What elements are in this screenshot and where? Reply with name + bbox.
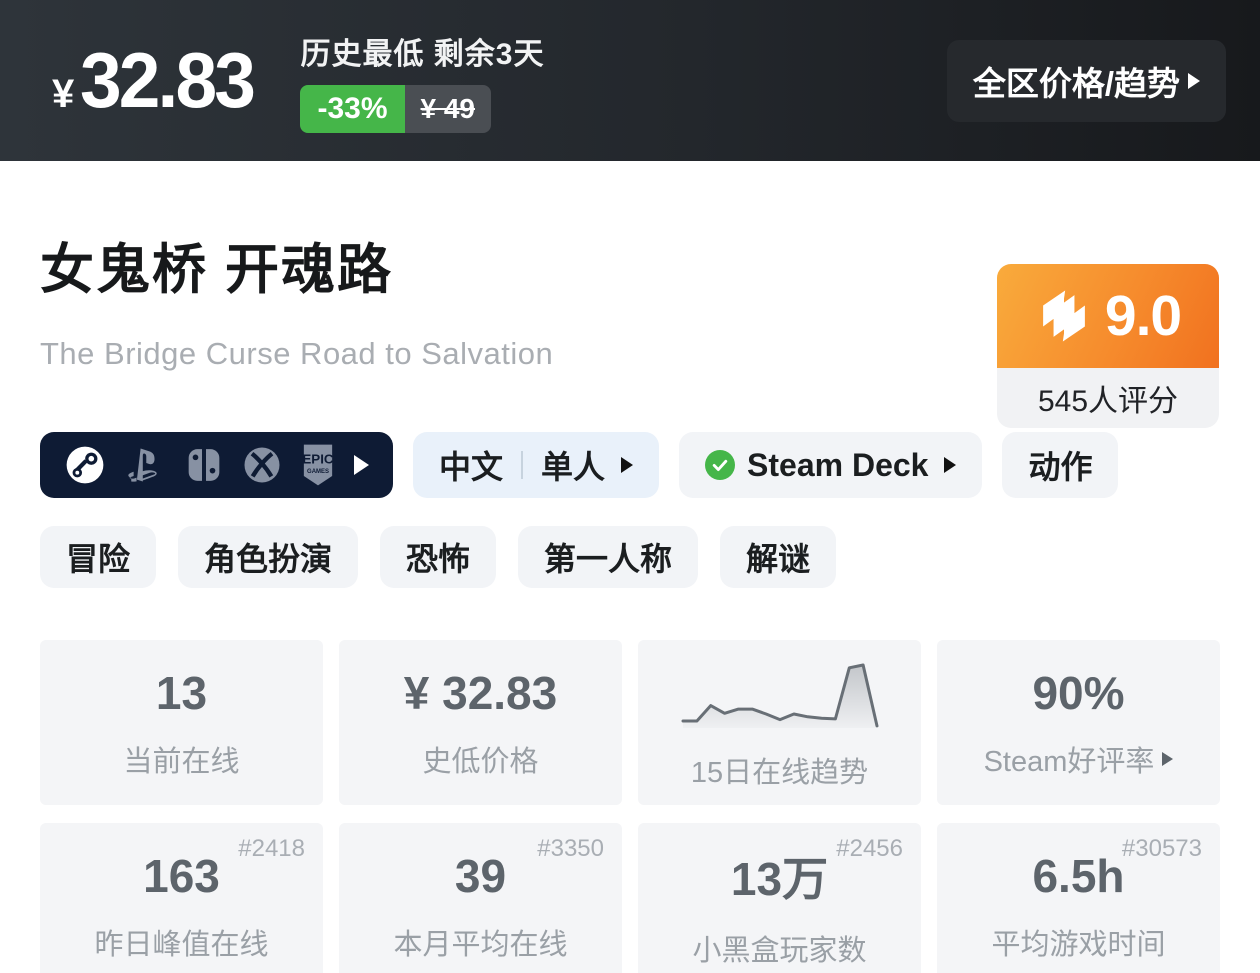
chevron-right-icon xyxy=(1188,72,1200,89)
stat-label: 昨日峰值在线 xyxy=(94,928,269,961)
svg-text:GAMES: GAMES xyxy=(307,469,329,475)
stat-value: 39 xyxy=(454,849,507,902)
stat-card-heybox-players: #2456 13万 小黑盒玩家数 xyxy=(638,823,921,973)
stat-label: 史低价格 xyxy=(422,745,539,778)
rating-score: 9.0 xyxy=(1104,284,1182,348)
currency-symbol: ¥ xyxy=(52,72,75,116)
epic-games-icon: EPIC GAMES xyxy=(302,444,334,486)
tag-label: 冒险 xyxy=(66,541,131,577)
rating-count: 545人评分 xyxy=(997,368,1219,428)
all-region-price-trend-button[interactable]: 全区价格/趋势 xyxy=(946,39,1226,122)
svg-text:EPIC: EPIC xyxy=(302,451,334,466)
platforms-more-icon[interactable] xyxy=(353,455,369,475)
discount-badges: -33% ¥ 49 xyxy=(300,84,544,133)
chevron-right-icon xyxy=(1162,751,1174,766)
tag-pill[interactable]: 恐怖 xyxy=(380,526,497,588)
stat-card-month-average: #3350 39 本月平均在线 xyxy=(339,823,622,973)
heybox-logo-icon xyxy=(1042,290,1085,342)
heybox-rating-card[interactable]: 9.0 545人评分 xyxy=(997,264,1219,428)
genre-pill[interactable]: 动作 xyxy=(1002,432,1119,498)
stat-rank: #2418 xyxy=(238,835,305,862)
switch-icon xyxy=(189,449,220,481)
stat-value: 6.5h xyxy=(1032,849,1125,902)
price-header: ¥ 32.83 历史最低 剩余3天 -33% ¥ 49 全区价格/趋势 xyxy=(0,0,1260,161)
deal-status-text: 历史最低 剩余3天 xyxy=(300,37,545,71)
stat-card-lowest-price: ¥ 32.83 史低价格 xyxy=(339,640,622,805)
price-value: 32.83 xyxy=(80,36,256,124)
stat-label: 平均游戏时间 xyxy=(991,928,1166,961)
original-price-badge: ¥ 49 xyxy=(404,84,491,133)
stat-rank: #2456 xyxy=(836,835,903,862)
stat-rank: #30573 xyxy=(1121,835,1202,862)
tag-label: 恐怖 xyxy=(406,541,471,577)
stat-value: 13万 xyxy=(730,852,829,905)
stat-value: 13 xyxy=(155,666,208,719)
platform-bar[interactable]: EPIC GAMES xyxy=(40,432,393,498)
stat-label: 本月平均在线 xyxy=(393,928,568,961)
online-trend-chart xyxy=(680,655,880,731)
language-mode-pill[interactable]: 中文 单人 xyxy=(413,432,660,498)
current-price: ¥ 32.83 xyxy=(52,35,260,126)
stat-value: 90% xyxy=(1032,666,1125,719)
language-label: 中文 xyxy=(439,449,504,485)
steam-deck-label: Steam Deck xyxy=(747,446,929,483)
discount-badge: -33% xyxy=(300,84,405,133)
stat-label: 小黑盒玩家数 xyxy=(692,934,867,967)
steam-icon xyxy=(66,446,104,484)
stat-card-yesterday-peak: #2418 163 昨日峰值在线 xyxy=(40,823,323,973)
pill-divider xyxy=(521,451,524,479)
xbox-icon xyxy=(244,447,280,483)
tag-pill[interactable]: 第一人称 xyxy=(518,526,699,588)
stat-card-average-playtime: #30573 6.5h 平均游戏时间 xyxy=(937,823,1220,973)
chevron-right-icon xyxy=(944,457,957,473)
stat-value: 163 xyxy=(143,849,220,902)
stat-label: Steam好评率 xyxy=(983,745,1155,778)
stats-grid: 13 当前在线 ¥ 32.83 史低价格 15日在线趋势 90% Steam好评… xyxy=(40,640,1220,973)
tag-pill[interactable]: 角色扮演 xyxy=(178,526,359,588)
genre-label: 动作 xyxy=(1028,449,1093,485)
mode-label: 单人 xyxy=(541,449,606,485)
stat-card-online-trend[interactable]: 15日在线趋势 xyxy=(638,640,921,805)
stat-card-current-online: 13 当前在线 xyxy=(40,640,323,805)
tag-pill[interactable]: 冒险 xyxy=(40,526,157,588)
stat-card-steam-rating[interactable]: 90% Steam好评率 xyxy=(937,640,1220,805)
steam-deck-pill[interactable]: Steam Deck xyxy=(679,432,983,498)
stat-label: 15日在线趋势 xyxy=(690,756,869,789)
tag-label: 角色扮演 xyxy=(204,541,333,577)
verified-check-icon xyxy=(705,450,736,480)
rating-score-area: 9.0 xyxy=(997,264,1219,368)
chevron-right-icon xyxy=(621,457,634,473)
tag-label: 第一人称 xyxy=(544,541,673,577)
playstation-icon xyxy=(128,448,157,482)
tag-label: 解谜 xyxy=(746,541,811,577)
stat-value: ¥ 32.83 xyxy=(403,666,558,719)
tag-pill[interactable]: 解谜 xyxy=(720,526,837,588)
stat-label: 当前在线 xyxy=(123,745,240,778)
tag-row: 冒险 角色扮演 恐怖 第一人称 解谜 xyxy=(40,526,1220,588)
trend-button-label: 全区价格/趋势 xyxy=(972,64,1180,102)
stat-rank: #3350 xyxy=(537,835,604,862)
